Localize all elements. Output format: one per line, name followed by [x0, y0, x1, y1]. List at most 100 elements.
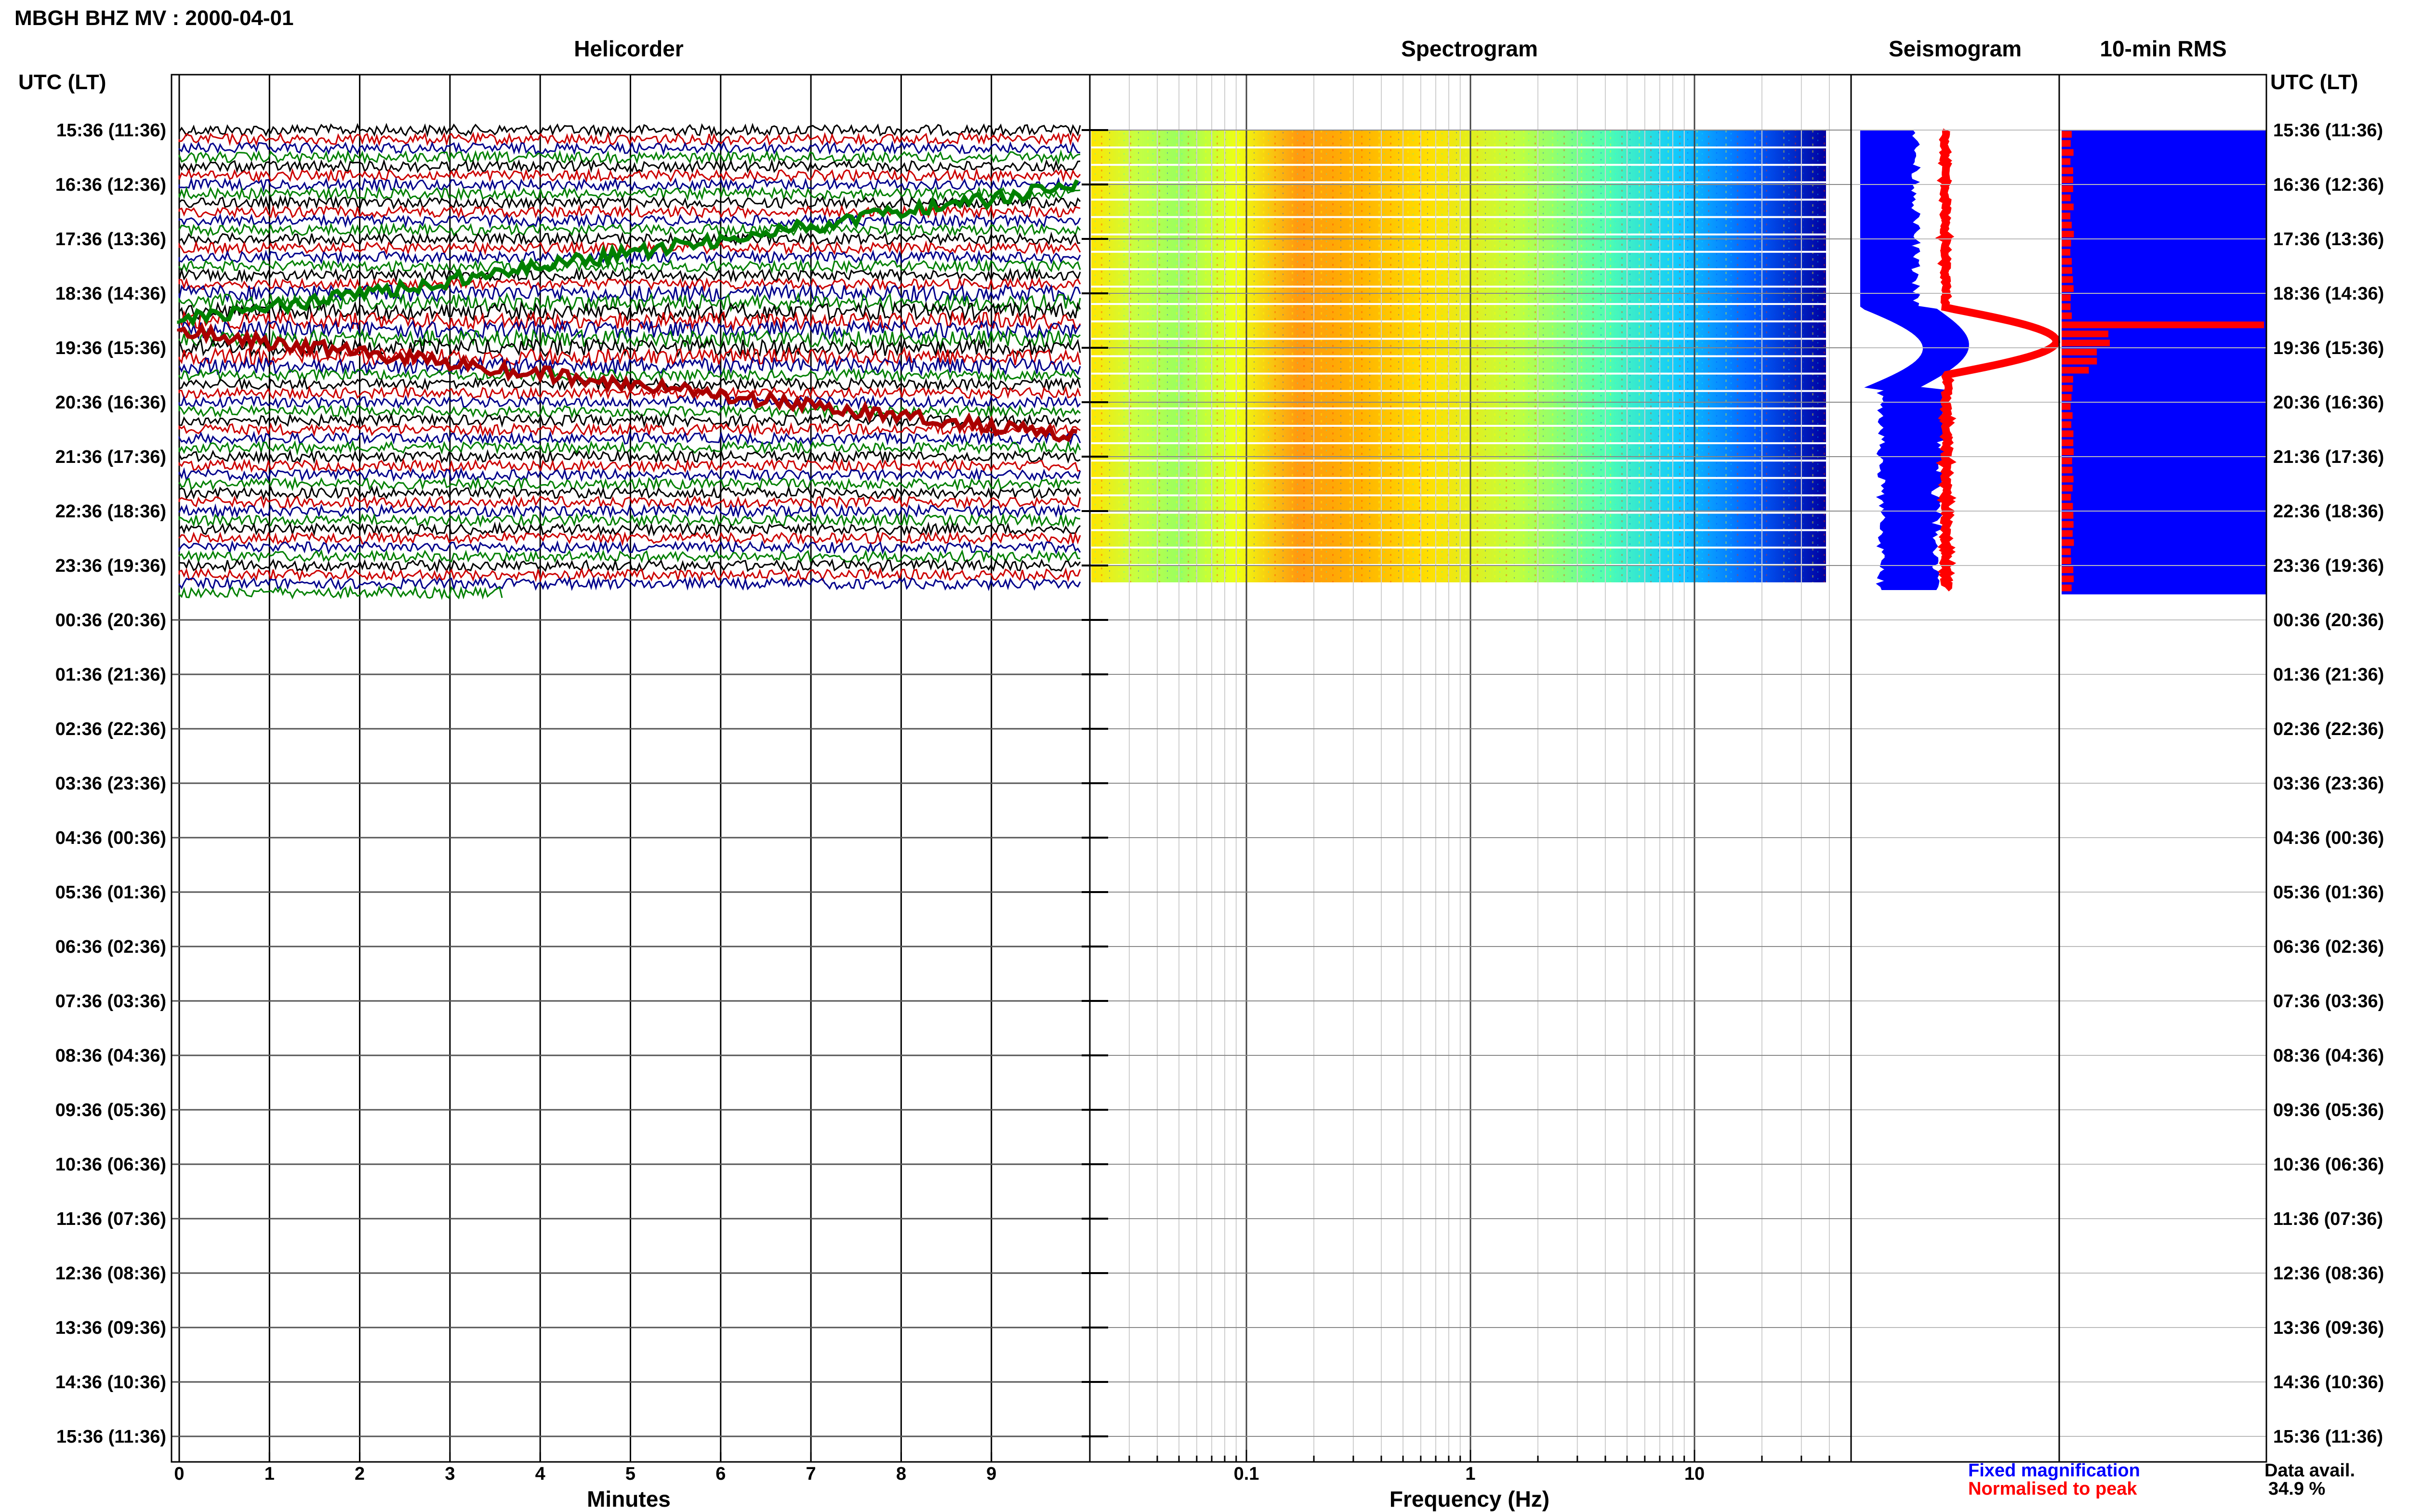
time-label-right: 01:36 (21:36)	[2273, 665, 2384, 685]
time-label-right: 05:36 (01:36)	[2273, 882, 2384, 903]
rms-bar	[2062, 258, 2072, 265]
minute-tick-label: 2	[355, 1464, 365, 1484]
time-label-right: 16:36 (12:36)	[2273, 175, 2384, 195]
legend-fixed-magnification: Fixed magnification	[1968, 1460, 2140, 1481]
rms-bar	[2062, 557, 2071, 564]
time-label-left: 19:36 (15:36)	[55, 338, 166, 358]
time-label-right: 21:36 (17:36)	[2273, 447, 2384, 467]
legend-normalised-to-peak: Normalised to peak	[1968, 1479, 2137, 1499]
utc-header-left: UTC (LT)	[18, 70, 106, 94]
rms-bar	[2062, 330, 2108, 338]
rms-bar	[2062, 321, 2264, 329]
time-label-left: 02:36 (22:36)	[55, 719, 166, 739]
time-label-left: 10:36 (06:36)	[55, 1155, 166, 1175]
rms-bar	[2062, 485, 2073, 492]
spectrogram-title: Spectrogram	[1401, 36, 1538, 61]
data-availability-value: 34.9 %	[2268, 1479, 2325, 1499]
time-label-left: 09:36 (05:36)	[55, 1100, 166, 1120]
time-label-left: 20:36 (16:36)	[55, 393, 166, 413]
data-availability-label: Data avail.	[2264, 1460, 2355, 1481]
time-label-left: 01:36 (21:36)	[55, 665, 166, 685]
rms-bar	[2062, 458, 2072, 464]
rms-bar	[2062, 285, 2074, 292]
helicorder-x-axis: 0 1 2 3 4 5 6 7 8 9	[174, 1452, 996, 1484]
time-label-left: 21:36 (17:36)	[55, 447, 166, 467]
time-label-right: 07:36 (03:36)	[2273, 991, 2384, 1012]
time-label-left: 04:36 (00:36)	[55, 828, 166, 848]
time-label-right: 04:36 (00:36)	[2273, 828, 2384, 848]
rms-bar	[2062, 294, 2071, 301]
minute-tick-label: 4	[535, 1464, 545, 1484]
rms-bar	[2062, 312, 2072, 319]
time-label-left: 15:36 (11:36)	[56, 120, 166, 141]
time-label-left: 05:36 (01:36)	[55, 882, 166, 903]
rms-bar	[2062, 203, 2074, 210]
rms-bar	[2062, 421, 2072, 428]
rms-content	[2062, 130, 2266, 594]
time-label-left: 14:36 (10:36)	[55, 1372, 166, 1393]
time-label-left: 17:36 (13:36)	[55, 229, 166, 250]
rms-bar	[2062, 548, 2071, 555]
rms-bar	[2062, 521, 2074, 528]
time-axis-right: 15:36 (11:36) 16:36 (12:36) 17:36 (13:36) 1…	[2273, 120, 2384, 1447]
seismogram-fixed-magnification	[1860, 130, 1969, 590]
time-label-right: 15:36 (11:36)	[2273, 120, 2383, 141]
rms-bar	[2062, 349, 2097, 355]
time-label-left: 11:36 (07:36)	[56, 1209, 166, 1229]
time-label-left: 22:36 (18:36)	[55, 501, 166, 522]
spectrogram-x-axis: 0.1 1 10	[1089, 1450, 1852, 1484]
minute-tick-label: 7	[806, 1464, 816, 1484]
rms-title: 10-min RMS	[2100, 36, 2226, 61]
rms-bar	[2062, 367, 2089, 374]
seismogram-content	[1860, 128, 2061, 592]
spectrogram-x-label: Frequency (Hz)	[1390, 1486, 1549, 1512]
rms-bar	[2062, 340, 2110, 346]
time-label-right: 23:36 (19:36)	[2273, 556, 2384, 576]
rms-bar	[2062, 185, 2073, 192]
spectrogram-content	[1091, 130, 1826, 582]
time-label-right: 09:36 (05:36)	[2273, 1100, 2384, 1120]
rms-bar	[2062, 276, 2073, 283]
time-label-left: 08:36 (04:36)	[55, 1046, 166, 1066]
figure-title: MBGH BHZ MV : 2000-04-01	[14, 6, 293, 30]
rms-bar	[2062, 303, 2071, 310]
rms-bar	[2062, 167, 2073, 174]
minute-tick-label: 5	[625, 1464, 635, 1484]
time-label-left: 23:36 (19:36)	[55, 556, 166, 576]
minute-tick-label: 3	[445, 1464, 455, 1484]
rms-bar	[2062, 194, 2071, 201]
time-label-right: 13:36 (09:36)	[2273, 1318, 2384, 1338]
time-label-left: 06:36 (02:36)	[55, 937, 166, 957]
time-label-right: 20:36 (16:36)	[2273, 393, 2384, 413]
time-label-right: 14:36 (10:36)	[2273, 1372, 2384, 1393]
time-label-right: 12:36 (08:36)	[2273, 1263, 2384, 1284]
time-label-right: 02:36 (22:36)	[2273, 719, 2384, 739]
minute-tick-label: 8	[896, 1464, 906, 1484]
rms-bar	[2062, 357, 2097, 365]
time-label-left: 12:36 (08:36)	[55, 1263, 166, 1284]
time-label-left: 15:36 (11:36)	[56, 1427, 166, 1447]
time-label-right: 08:36 (04:36)	[2273, 1046, 2384, 1066]
rms-bar	[2062, 512, 2074, 519]
rms-bar	[2062, 475, 2074, 483]
rms-bar	[2062, 385, 2073, 392]
rms-bar	[2062, 140, 2071, 147]
rms-bar	[2062, 539, 2074, 546]
frequency-tick-label: 0.1	[1234, 1464, 1259, 1484]
time-label-right: 00:36 (20:36)	[2273, 610, 2384, 631]
rms-bar	[2062, 249, 2071, 256]
time-label-left: 00:36 (20:36)	[55, 610, 166, 631]
rms-bar	[2062, 376, 2073, 383]
frequency-tick-label: 1	[1465, 1464, 1475, 1484]
seismogram-title: Seismogram	[1889, 36, 2022, 61]
time-label-right: 15:36 (11:36)	[2273, 1427, 2383, 1447]
time-label-right: 10:36 (06:36)	[2273, 1155, 2384, 1175]
minute-tick-label: 6	[715, 1464, 726, 1484]
time-label-right: 19:36 (15:36)	[2273, 338, 2384, 358]
rms-bar	[2062, 430, 2074, 437]
rms-bar	[2062, 412, 2073, 419]
time-label-left: 07:36 (03:36)	[55, 991, 166, 1012]
rms-bar	[2062, 466, 2073, 473]
rms-bar	[2062, 240, 2071, 247]
rms-bar	[2062, 503, 2073, 510]
